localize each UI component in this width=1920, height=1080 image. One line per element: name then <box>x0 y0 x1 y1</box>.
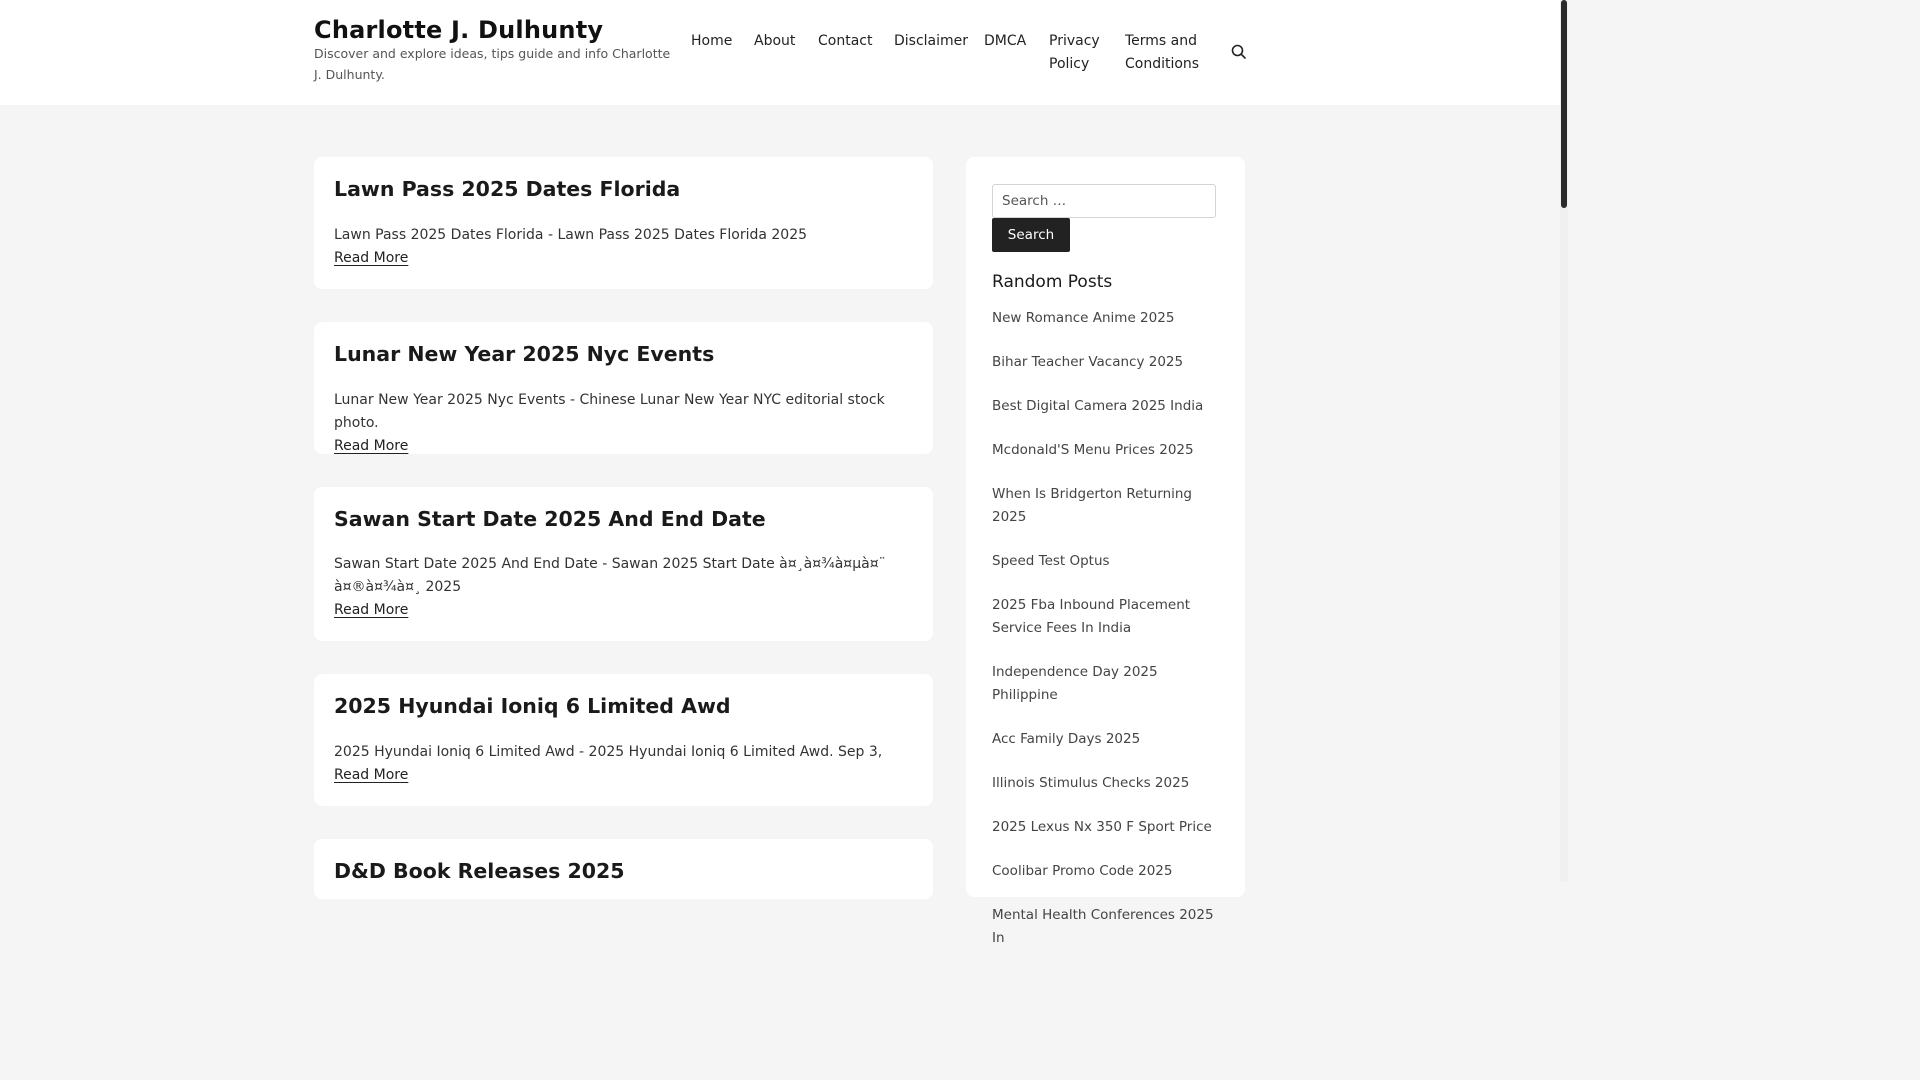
list-item[interactable]: Acc Family Days 2025 <box>992 728 1222 751</box>
list-item[interactable]: Illinois Stimulus Checks 2025 <box>992 772 1222 795</box>
post-card: 2025 Hyundai Ioniq 6 Limited Awd 2025 Hy… <box>314 674 933 806</box>
read-more-link[interactable]: Read More <box>334 435 408 458</box>
post-title[interactable]: Lawn Pass 2025 Dates Florida <box>334 177 680 201</box>
list-item[interactable]: Coolibar Promo Code 2025 <box>992 860 1222 883</box>
sidebar: Search Random Posts New Romance Anime 20… <box>966 157 1245 946</box>
nav-home[interactable]: Home <box>691 30 732 53</box>
search-input[interactable] <box>992 184 1216 218</box>
list-item[interactable]: New Romance Anime 2025 <box>992 307 1222 330</box>
post-title[interactable]: Lunar New Year 2025 Nyc Events <box>334 342 714 366</box>
scrollbar-thumb[interactable] <box>1561 0 1567 208</box>
read-more-link[interactable]: Read More <box>334 599 408 622</box>
post-title[interactable]: D&D Book Releases 2025 <box>334 859 625 883</box>
read-more-link[interactable]: Read More <box>334 247 408 270</box>
post-card: Lunar New Year 2025 Nyc Events Lunar New… <box>314 322 933 454</box>
post-card: Sawan Start Date 2025 And End Date Sawan… <box>314 487 933 641</box>
nav-dmca[interactable]: DMCA <box>984 30 1026 53</box>
read-more-link[interactable]: Read More <box>334 764 408 787</box>
post-title[interactable]: Sawan Start Date 2025 And End Date <box>334 507 766 531</box>
list-item[interactable]: Bihar Teacher Vacancy 2025 <box>992 351 1222 374</box>
nav-disclaimer[interactable]: Disclaimer <box>894 30 968 53</box>
post-excerpt-text: 2025 Hyundai Ioniq 6 Limited Awd - 2025 … <box>334 744 883 760</box>
site-description: Discover and explore ideas, tips guide a… <box>314 46 671 82</box>
post-excerpt-text: Lawn Pass 2025 Dates Florida - Lawn Pass… <box>334 227 808 243</box>
search-button[interactable]: Search <box>992 218 1070 252</box>
list-item[interactable]: Mental Health Conferences 2025 In <box>992 904 1222 950</box>
post-excerpt-text: Lunar New Year 2025 Nyc Events - Chinese… <box>334 392 885 431</box>
nav-terms-and-conditions[interactable]: Terms and Conditions <box>1125 30 1207 76</box>
post-card: D&D Book Releases 2025 <box>314 839 933 899</box>
post-excerpt: Lawn Pass 2025 Dates Florida - Lawn Pass… <box>334 224 909 270</box>
list-item[interactable]: When Is Bridgerton Returning 2025 <box>992 483 1222 529</box>
post-excerpt: 2025 Hyundai Ioniq 6 Limited Awd - 2025 … <box>334 741 909 787</box>
post-title[interactable]: 2025 Hyundai Ioniq 6 Limited Awd <box>334 694 731 718</box>
nav-contact[interactable]: Contact <box>818 30 872 53</box>
random-posts-title: Random Posts <box>992 272 1113 292</box>
site-title[interactable]: Charlotte J. Dulhunty <box>314 16 603 44</box>
nav-privacy-policy[interactable]: Privacy Policy <box>1049 30 1109 76</box>
post-excerpt: Lunar New Year 2025 Nyc Events - Chinese… <box>334 389 909 458</box>
list-item[interactable]: Best Digital Camera 2025 India <box>992 395 1222 418</box>
list-item[interactable]: Speed Test Optus <box>992 550 1222 573</box>
list-item[interactable]: 2025 Fba Inbound Placement Service Fees … <box>992 594 1222 640</box>
post-excerpt: Sawan Start Date 2025 And End Date - Saw… <box>334 553 909 622</box>
list-item[interactable]: Independence Day 2025 Philippine <box>992 661 1222 707</box>
nav-about[interactable]: About <box>754 30 795 53</box>
site-header: Charlotte J. Dulhunty Discover and explo… <box>0 0 1560 105</box>
random-posts-list: New Romance Anime 2025 Bihar Teacher Vac… <box>992 307 1222 971</box>
search-icon[interactable] <box>1230 43 1248 61</box>
list-item[interactable]: Mcdonald'S Menu Prices 2025 <box>992 439 1222 462</box>
post-excerpt-text: Sawan Start Date 2025 And End Date - Saw… <box>334 556 886 595</box>
list-item[interactable]: 2025 Lexus Nx 350 F Sport Price <box>992 816 1222 839</box>
post-card: Lawn Pass 2025 Dates Florida Lawn Pass 2… <box>314 157 933 289</box>
